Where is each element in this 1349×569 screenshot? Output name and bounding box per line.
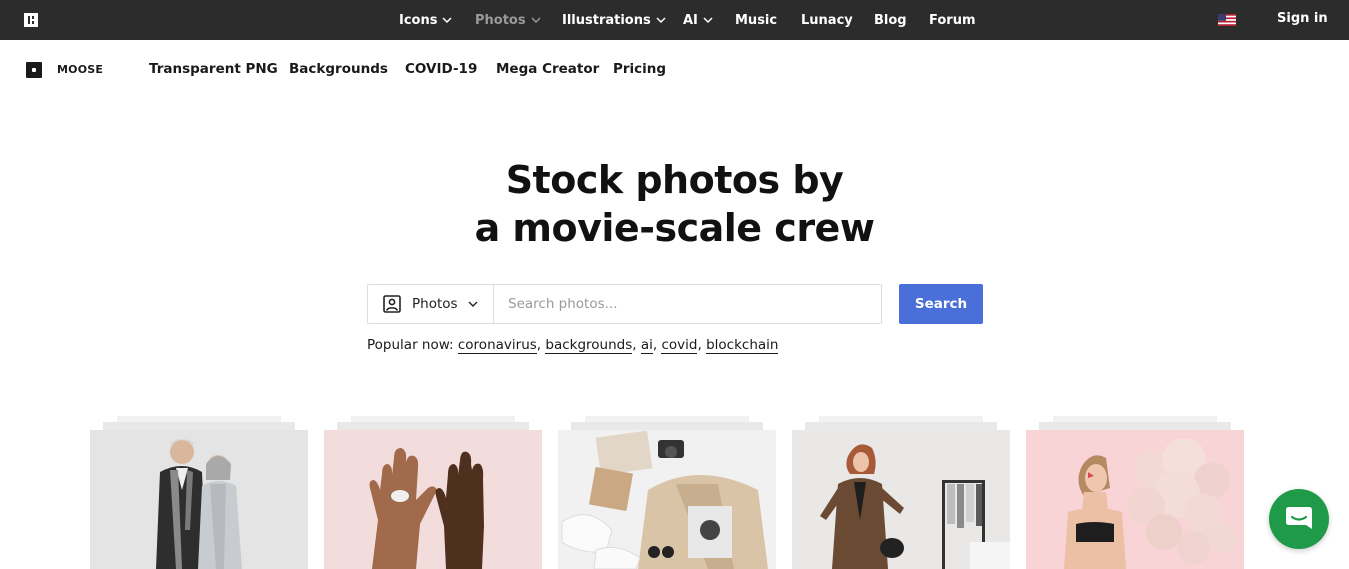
photo-card-woman-suit[interactable]	[792, 430, 1010, 569]
subnav-covid-19[interactable]: COVID-19	[405, 61, 477, 77]
topnav-blog[interactable]: Blog	[874, 11, 907, 29]
topnav-ai[interactable]: AI	[683, 11, 713, 29]
hands-image	[324, 430, 542, 569]
chevron-down-icon	[468, 301, 478, 307]
popular-searches: Popular now: coronavirus, backgrounds, a…	[367, 337, 779, 354]
popular-tag-ai[interactable]: ai	[640, 337, 653, 354]
popular-tag-blockchain[interactable]: blockchain	[706, 337, 779, 354]
topnav-icons[interactable]: Icons	[399, 11, 452, 29]
subnav-pricing[interactable]: Pricing	[613, 61, 666, 77]
card-stack-shadow	[337, 422, 529, 430]
topnav-lunacy-label: Lunacy	[801, 12, 853, 28]
subnav-transparent-png[interactable]: Transparent PNG	[149, 61, 278, 77]
photo-card-woman-balloons[interactable]	[1026, 430, 1244, 569]
help-chat-button[interactable]	[1269, 489, 1329, 549]
search-bar: Photos	[367, 284, 882, 324]
us-flag-icon[interactable]	[1218, 14, 1236, 26]
hero-title-line-2: a movie-scale crew	[474, 206, 875, 250]
senior-couple-image	[90, 430, 308, 569]
moose-logo-icon[interactable]	[26, 62, 42, 78]
chevron-down-icon	[703, 17, 713, 24]
brand-name[interactable]: MOOSE	[57, 63, 103, 76]
subnav-mega-creator[interactable]: Mega Creator	[496, 61, 599, 77]
chevron-down-icon	[531, 17, 541, 24]
woman-balloons-image	[1026, 430, 1244, 569]
topnav-lunacy[interactable]: Lunacy	[801, 11, 853, 29]
search-button[interactable]: Search	[899, 284, 983, 324]
chat-bubble-icon	[1286, 507, 1312, 529]
woman-suit-image	[792, 430, 1010, 569]
topnav-forum[interactable]: Forum	[929, 11, 976, 29]
topnav-music[interactable]: Music	[735, 11, 777, 29]
topnav-icons-label: Icons	[399, 12, 438, 28]
hero-title: Stock photos by a movie-scale crew	[0, 156, 1349, 252]
topnav-photos[interactable]: Photos	[475, 11, 541, 29]
popular-tag-covid[interactable]: covid	[661, 337, 698, 354]
portrait-photo-icon	[383, 295, 401, 313]
card-stack-shadow	[1039, 422, 1231, 430]
chevron-down-icon	[442, 17, 452, 24]
search-input[interactable]	[495, 285, 881, 323]
photo-card-flat-lay[interactable]	[558, 430, 776, 569]
top-nav: Icons Photos Illustrations AI Music Luna…	[0, 0, 1349, 40]
top-bar: Icons Photos Illustrations AI Music Luna…	[0, 0, 1349, 40]
search-category-dropdown[interactable]: Photos	[368, 285, 494, 323]
sign-in-link[interactable]: Sign in	[1277, 11, 1328, 26]
topnav-illustrations[interactable]: Illustrations	[562, 11, 666, 29]
chevron-down-icon	[656, 17, 666, 24]
topnav-forum-label: Forum	[929, 12, 976, 28]
photo-card-hands[interactable]	[324, 430, 542, 569]
photo-card-senior-couple[interactable]	[90, 430, 308, 569]
topnav-blog-label: Blog	[874, 12, 907, 28]
hero-title-line-1: Stock photos by	[505, 158, 844, 202]
flat-lay-image	[558, 430, 776, 569]
topnav-music-label: Music	[735, 12, 778, 28]
popular-label: Popular now:	[367, 337, 454, 353]
card-stack-shadow	[805, 422, 997, 430]
topnav-ai-label: AI	[683, 12, 698, 28]
popular-tag-backgrounds[interactable]: backgrounds	[545, 337, 633, 354]
topnav-illustrations-label: Illustrations	[562, 12, 651, 28]
subnav-backgrounds[interactable]: Backgrounds	[289, 61, 388, 77]
card-stack-shadow	[103, 422, 295, 430]
card-stack-shadow	[571, 422, 763, 430]
topnav-photos-label: Photos	[475, 12, 526, 28]
popular-tag-coronavirus[interactable]: coronavirus	[457, 337, 537, 354]
search-category-label: Photos	[412, 296, 458, 312]
